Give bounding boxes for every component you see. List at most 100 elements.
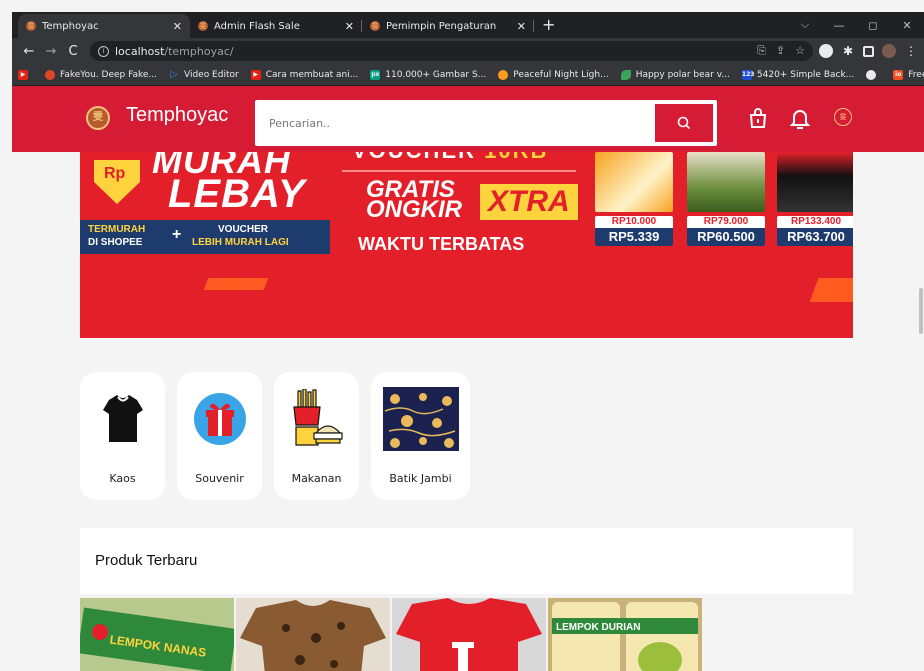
tab-temphoyac[interactable]: 雯 Temphoyac ✕ xyxy=(18,14,190,38)
new-products-section: Produk Terbaru xyxy=(80,528,853,594)
site-favicon: 雯 xyxy=(370,21,380,31)
site-header: 雯 Temphoyac 雯 xyxy=(12,86,924,152)
scrollbar-thumb[interactable] xyxy=(919,288,923,334)
shopping-bag-icon[interactable] xyxy=(746,106,770,130)
bookmark-favicon: 123 xyxy=(741,69,755,80)
bookmark-item[interactable]: io Free vector "Vector... xyxy=(893,69,924,80)
tab-title: Admin Flash Sale xyxy=(214,20,300,32)
window-controls: ⌵ — ◻ ✕ xyxy=(788,12,924,38)
close-tab-icon[interactable]: ✕ xyxy=(517,20,526,33)
bookmark-item[interactable]: ▶ Cara membuat ani... xyxy=(250,69,359,80)
extension-icon[interactable] xyxy=(819,44,833,58)
reload-button[interactable]: C xyxy=(62,44,84,59)
category-makanan[interactable]: Makanan xyxy=(274,372,359,500)
product-card[interactable]: LEMPOK NANAS xyxy=(80,598,234,671)
side-panel-icon[interactable] xyxy=(863,45,874,57)
bookmark-label: 110.000+ Gambar S... xyxy=(385,69,487,80)
close-tab-icon[interactable]: ✕ xyxy=(173,20,182,33)
profile-avatar[interactable] xyxy=(882,44,896,58)
product-card[interactable]: LEMPOK DURIAN xyxy=(548,598,702,671)
voucher-label: VOUCHER xyxy=(352,152,476,163)
play-icon: ▷ xyxy=(170,68,178,80)
banner-product: RP10.000 RP5.339 xyxy=(595,152,673,246)
search-input[interactable] xyxy=(269,116,655,130)
product-image-batik-shirt xyxy=(236,598,390,671)
product-text: LEMPOK DURIAN xyxy=(556,622,640,633)
voucher-amount: 10RB xyxy=(484,152,548,163)
bookmark-label: FakeYou. Deep Fake... xyxy=(60,69,157,80)
bookmark-favicon xyxy=(45,69,55,80)
puzzle-icon[interactable]: ✱ xyxy=(841,44,855,58)
close-window-button[interactable]: ✕ xyxy=(890,19,924,32)
tshirt-icon xyxy=(102,395,143,442)
kebab-menu-icon[interactable]: ⋮ xyxy=(904,44,918,58)
brand-name[interactable]: Temphoyac xyxy=(126,104,228,127)
tab-title: Pemimpin Pengaturan xyxy=(386,20,497,32)
category-label: Batik Jambi xyxy=(389,472,452,485)
batik-icon xyxy=(382,387,459,451)
category-list: Kaos Souvenir Makanan Batik Jambi xyxy=(80,372,470,500)
bookmark-label: 5420+ Simple Back... xyxy=(756,69,855,80)
new-price: RP63.700 xyxy=(777,228,853,246)
banner-voucher: VOUCHER 10RB xyxy=(352,152,548,164)
url-path: /temphoyac/ xyxy=(164,44,234,58)
back-button[interactable]: ← xyxy=(18,44,40,59)
share-icon[interactable]: ⇪ xyxy=(776,44,785,58)
bookmark-item[interactable]: px 110.000+ Gambar S... xyxy=(370,69,487,80)
tab-admin-flash-sale[interactable]: 雯 Admin Flash Sale ✕ xyxy=(190,14,362,38)
close-tab-icon[interactable]: ✕ xyxy=(345,20,354,33)
bookmark-item[interactable] xyxy=(866,69,881,80)
product-image-red-tshirt xyxy=(392,598,546,671)
restore-button[interactable]: ◻ xyxy=(856,19,890,32)
info-icon[interactable]: i xyxy=(98,45,109,57)
category-label: Souvenir xyxy=(195,472,244,485)
gift-icon xyxy=(193,393,246,445)
logo-icon[interactable]: 雯 xyxy=(86,106,110,130)
banner-product: RP133.400 RP63.700 xyxy=(777,152,853,246)
page-scrollbar[interactable] xyxy=(918,152,924,671)
bookmark-item[interactable]: ▷ Video Editor xyxy=(169,68,239,80)
bookmark-item[interactable]: Peaceful Night Ligh... xyxy=(498,69,609,80)
bookmark-label: Happy polar bear v... xyxy=(635,69,730,80)
bookmark-item[interactable]: FakeYou. Deep Fake... xyxy=(45,69,157,80)
product-card[interactable] xyxy=(392,598,546,671)
bookmark-label: Cara membuat ani... xyxy=(265,69,359,80)
site-favicon: 雯 xyxy=(198,21,208,31)
bookmark-item[interactable]: Happy polar bear v... xyxy=(620,69,730,80)
tab-pemimpin-pengaturan[interactable]: 雯 Pemimpin Pengaturan ✕ xyxy=(362,14,534,38)
old-price: RP79.000 xyxy=(687,216,765,228)
strip-plus: + xyxy=(172,226,182,243)
promo-banner[interactable]: Rp MURAH LEBAY TERMURAH DI SHOPEE + VOUC… xyxy=(80,152,853,338)
food-icon xyxy=(292,389,343,446)
browser-window: 雯 Temphoyac ✕ 雯 Admin Flash Sale ✕ 雯 Pem… xyxy=(12,12,924,671)
old-price: RP133.400 xyxy=(777,216,853,228)
forward-button[interactable]: → xyxy=(40,44,62,59)
youtube-icon: ▶ xyxy=(18,69,28,80)
tab-search-icon[interactable]: ⌵ xyxy=(788,18,822,32)
search-bar xyxy=(255,100,717,146)
new-tab-button[interactable]: + xyxy=(534,14,563,38)
minimize-button[interactable]: — xyxy=(822,19,856,32)
product-image-lempok-durian: LEMPOK DURIAN xyxy=(548,598,702,671)
product-card[interactable] xyxy=(236,598,390,671)
category-label: Kaos xyxy=(109,472,136,485)
translate-icon[interactable]: ⎘ xyxy=(757,44,766,58)
bookmark-item[interactable]: 123 5420+ Simple Back... xyxy=(741,69,855,80)
bookmark-label: Video Editor xyxy=(183,69,239,80)
bookmark-youtube[interactable]: ▶ xyxy=(18,69,33,80)
section-title: Produk Terbaru xyxy=(95,552,198,569)
search-button[interactable] xyxy=(655,104,713,142)
category-label: Makanan xyxy=(291,472,342,485)
site-favicon: 雯 xyxy=(26,21,36,31)
category-souvenir[interactable]: Souvenir xyxy=(177,372,262,500)
tissue-product-image xyxy=(595,152,673,212)
bell-icon[interactable] xyxy=(788,106,812,130)
category-kaos[interactable]: Kaos xyxy=(80,372,165,500)
category-batik-jambi[interactable]: Batik Jambi xyxy=(371,372,470,500)
divider xyxy=(342,170,576,172)
bookmark-label: Peaceful Night Ligh... xyxy=(513,69,609,80)
address-bar[interactable]: i localhost/temphoyac/ ⎘ ⇪ ☆ xyxy=(90,41,813,61)
user-avatar[interactable]: 雯 xyxy=(834,108,852,126)
bookmark-favicon: io xyxy=(893,69,904,80)
bookmark-star-icon[interactable]: ☆ xyxy=(795,44,805,58)
